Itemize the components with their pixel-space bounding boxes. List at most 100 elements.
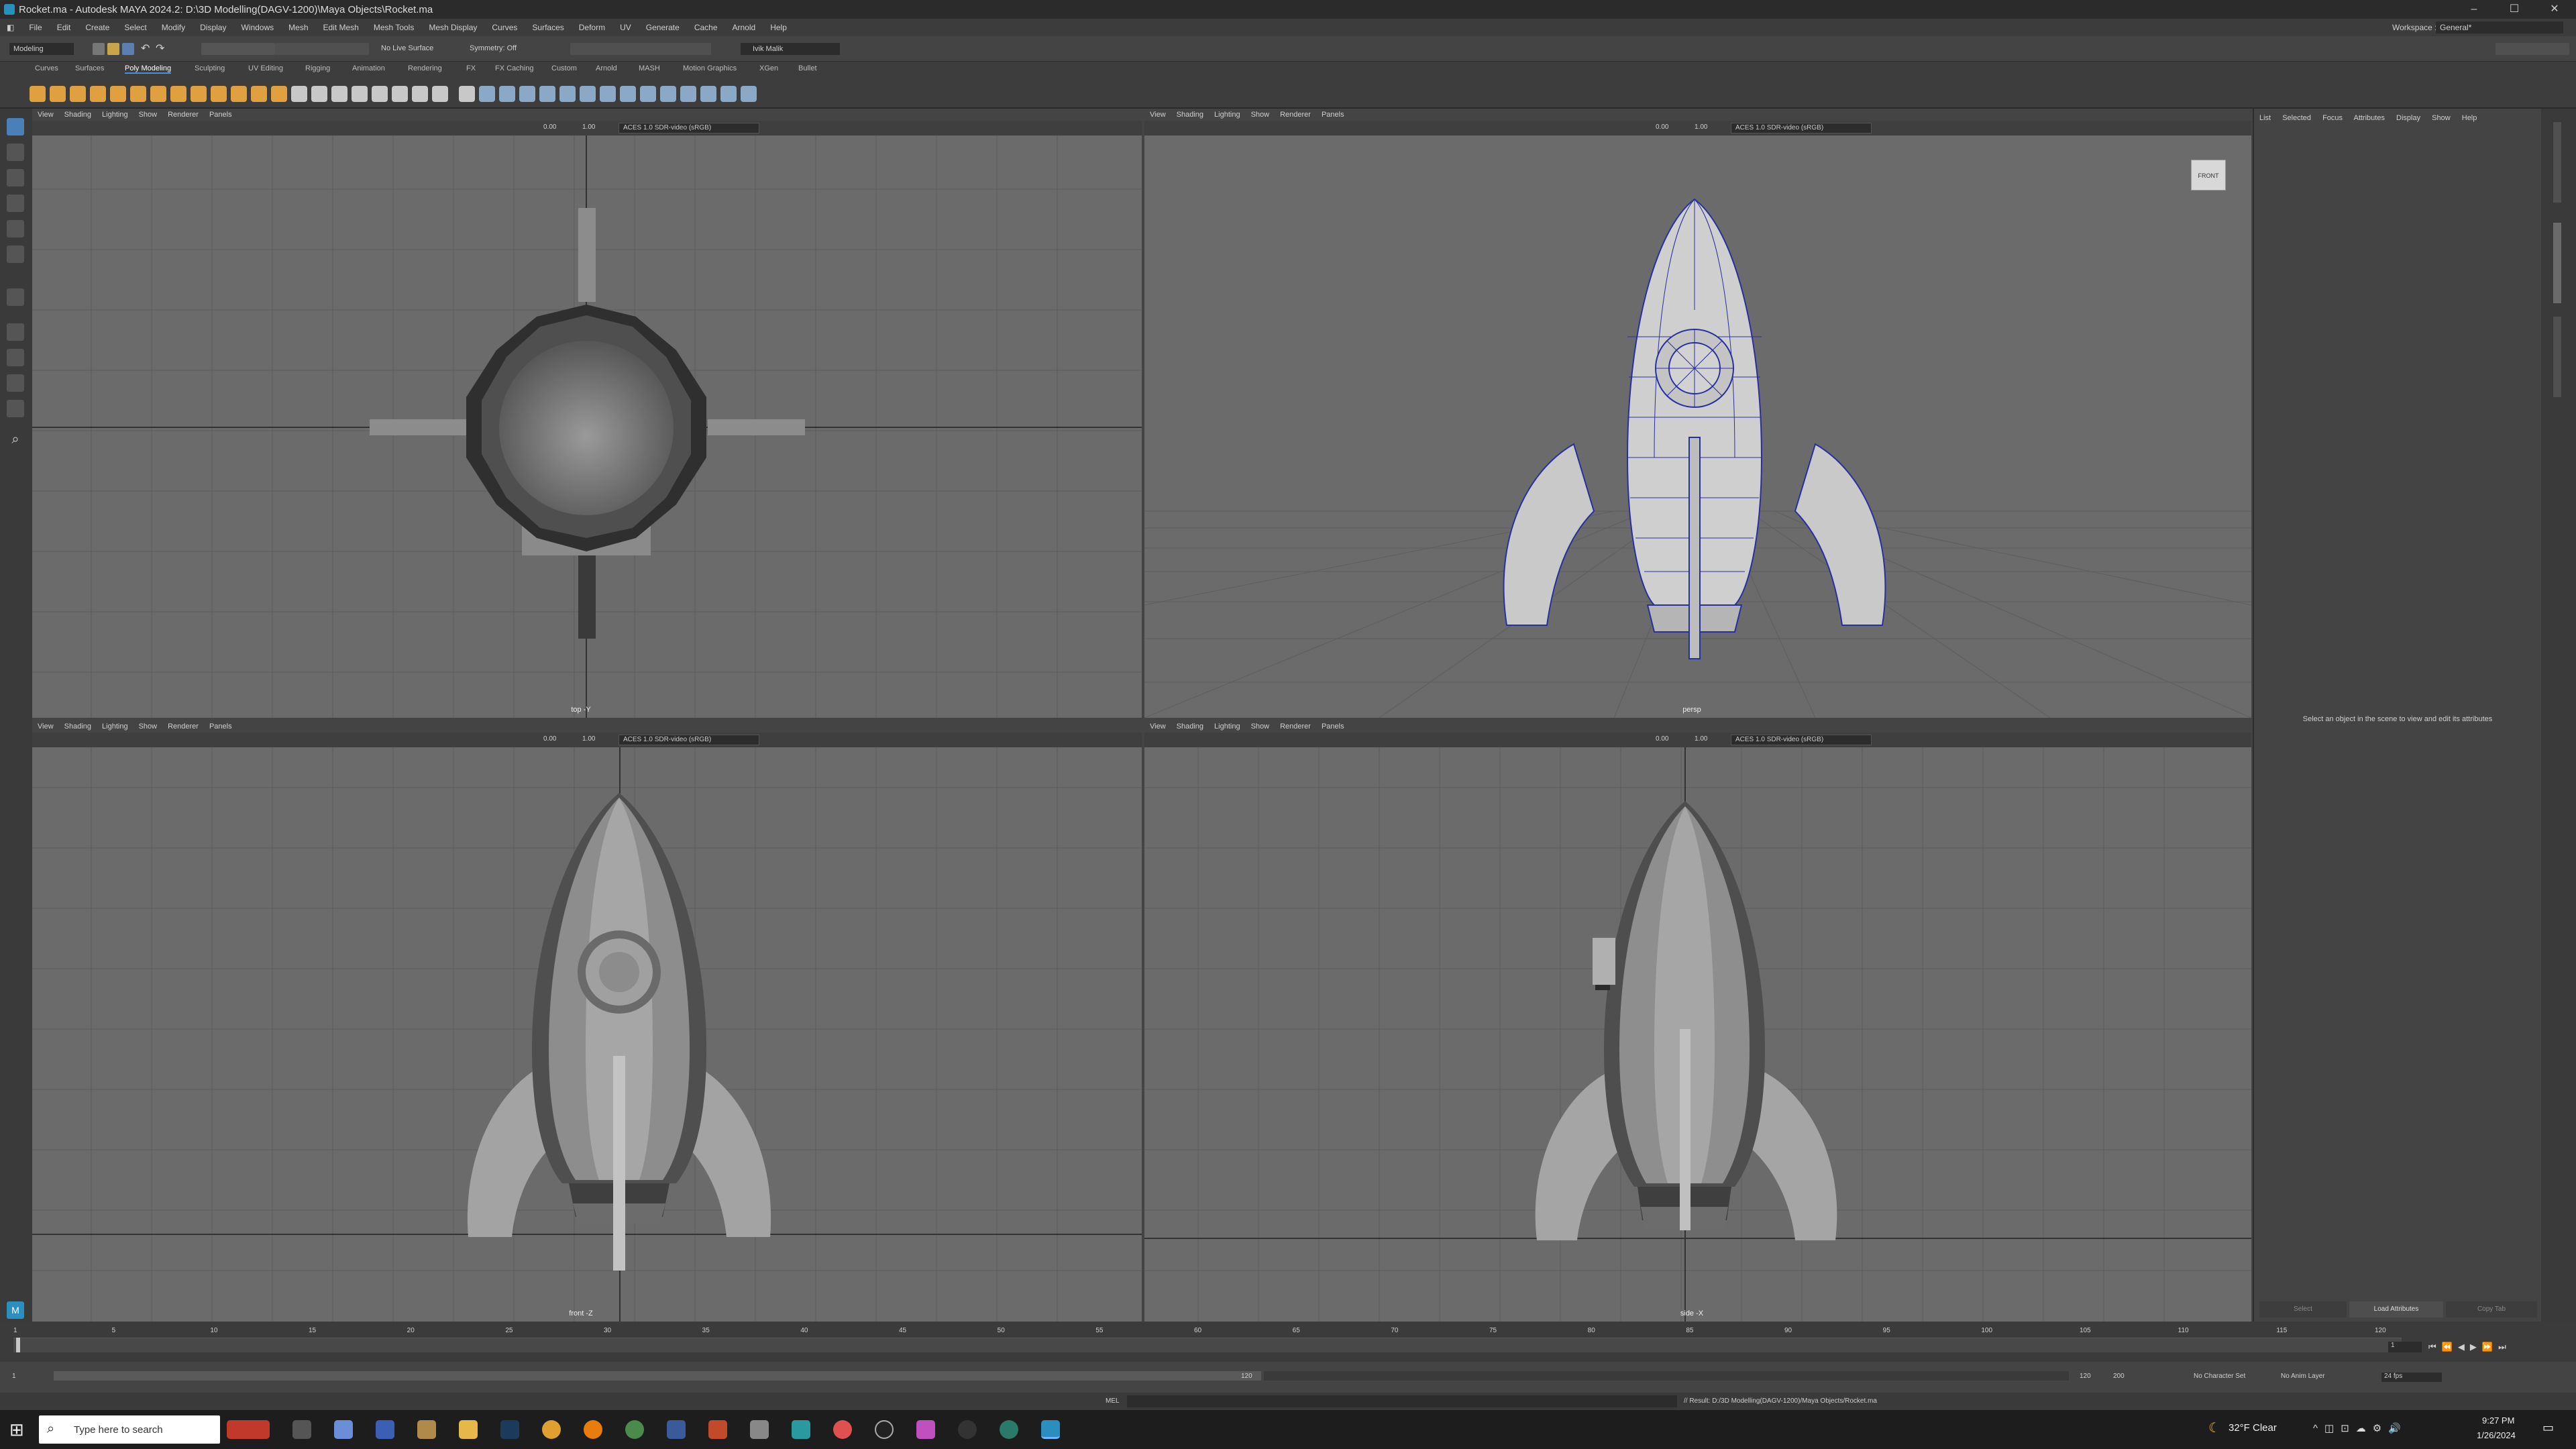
character-set-select[interactable]: No Character Set xyxy=(2194,1373,2245,1380)
shelf-tab-curves[interactable]: Curves xyxy=(35,64,58,72)
maya-home-icon[interactable]: M xyxy=(7,1301,24,1319)
playback-end-field[interactable]: 120 xyxy=(1241,1373,1252,1380)
sculpt-icon[interactable] xyxy=(720,86,737,102)
colorspace-select[interactable]: ACES 1.0 SDR-video (sRGB) xyxy=(1731,123,1872,133)
vp-menu-lighting[interactable]: Lighting xyxy=(102,111,128,119)
rocket-persp-view[interactable] xyxy=(1503,198,1886,659)
shelf-tab-uv-editing[interactable]: UV Editing xyxy=(248,64,283,72)
script-language-toggle[interactable]: MEL xyxy=(1106,1397,1120,1405)
move-tool-icon[interactable] xyxy=(7,195,24,212)
menu-select[interactable]: Select xyxy=(124,23,146,32)
shelf-tab-rigging[interactable]: Rigging xyxy=(305,64,330,72)
shelf-tab-arnold[interactable]: Arnold xyxy=(596,64,617,72)
notification-icon[interactable]: ▭ xyxy=(2542,1421,2554,1435)
taskbar-search[interactable]: ⌕ Type here to search xyxy=(39,1415,220,1444)
two-panes-layout-icon[interactable] xyxy=(7,374,24,392)
gift-icon[interactable] xyxy=(227,1420,270,1439)
load-attributes-button[interactable]: Load Attributes xyxy=(2349,1301,2443,1318)
select-mode-icons[interactable] xyxy=(201,43,275,55)
maya-menu-icon[interactable]: ◧ xyxy=(7,23,14,32)
cone-icon[interactable] xyxy=(90,86,106,102)
shelf-tab-motion-graphics[interactable]: Motion Graphics xyxy=(683,64,737,72)
live-surface-field[interactable]: No Live Surface xyxy=(381,44,433,52)
app-icon-1[interactable] xyxy=(334,1420,353,1439)
clock-time[interactable]: 9:27 PM xyxy=(2482,1415,2514,1426)
rocket-top-view[interactable] xyxy=(370,208,805,639)
app-icon-8[interactable] xyxy=(833,1420,852,1439)
pipe-icon[interactable] xyxy=(191,86,207,102)
command-input[interactable] xyxy=(1127,1395,1677,1407)
shelf-tab-rendering[interactable]: Rendering xyxy=(408,64,442,72)
rocket-side-view[interactable] xyxy=(1535,801,1837,1240)
shelf-tab-animation[interactable]: Animation xyxy=(352,64,385,72)
vp-menu-renderer[interactable]: Renderer xyxy=(168,111,199,119)
timeline-track[interactable] xyxy=(13,1338,2402,1352)
save-scene-icon[interactable] xyxy=(122,43,134,55)
fill-hole-icon[interactable] xyxy=(580,86,596,102)
app-icon-4[interactable] xyxy=(667,1420,686,1439)
helix-icon[interactable] xyxy=(211,86,227,102)
vp-menu-renderer[interactable]: Renderer xyxy=(1280,722,1311,731)
vp-menu-shading[interactable]: Shading xyxy=(64,111,91,119)
symmetry-field[interactable]: Symmetry: Off xyxy=(470,44,517,52)
sphere-icon[interactable] xyxy=(30,86,46,102)
app-icon-5[interactable] xyxy=(708,1420,727,1439)
shelf-tab-poly-modeling[interactable]: Poly Modeling xyxy=(125,64,172,74)
new-scene-icon[interactable] xyxy=(93,43,105,55)
weather-text[interactable]: 32°F Clear xyxy=(2229,1422,2277,1434)
colorspace-select[interactable]: ACES 1.0 SDR-video (sRGB) xyxy=(619,735,759,745)
fps-select[interactable]: 24 fps xyxy=(2381,1373,2442,1382)
menu-curves[interactable]: Curves xyxy=(492,23,517,32)
blender-icon[interactable] xyxy=(584,1420,602,1439)
attr-menu-list[interactable]: List xyxy=(2259,114,2271,122)
max-frame-field[interactable]: 200 xyxy=(2113,1373,2125,1380)
start-frame-field[interactable]: 1 xyxy=(12,1373,16,1380)
attr-menu-show[interactable]: Show xyxy=(2432,114,2451,122)
near-clip-field[interactable]: 0.00 xyxy=(543,735,556,743)
maya-taskbar-icon[interactable] xyxy=(1041,1420,1060,1439)
shelf-tab-mash[interactable]: MASH xyxy=(639,64,660,72)
svg-icon[interactable] xyxy=(291,86,307,102)
channel-box-tab[interactable] xyxy=(2553,122,2561,203)
shelf-tab-xgen[interactable]: XGen xyxy=(759,64,778,72)
render-icons[interactable] xyxy=(570,43,711,55)
uv-editor-icon[interactable] xyxy=(741,86,757,102)
menu-generate[interactable]: Generate xyxy=(646,23,680,32)
vp-menu-panels[interactable]: Panels xyxy=(209,722,232,731)
far-clip-field[interactable]: 1.00 xyxy=(1695,123,1707,131)
attribute-editor-tab[interactable] xyxy=(2553,223,2561,303)
near-clip-field[interactable]: 0.00 xyxy=(1656,735,1668,743)
vp-menu-view[interactable]: View xyxy=(38,111,54,119)
view-cube[interactable]: FRONT xyxy=(2191,160,2226,191)
menu-modify[interactable]: Modify xyxy=(162,23,185,32)
append-icon[interactable] xyxy=(519,86,535,102)
menu-edit-mesh[interactable]: Edit Mesh xyxy=(323,23,359,32)
far-clip-field[interactable]: 1.00 xyxy=(582,123,595,131)
vp-menu-panels[interactable]: Panels xyxy=(1322,722,1344,731)
attr-menu-selected[interactable]: Selected xyxy=(2282,114,2311,122)
vp-menu-lighting[interactable]: Lighting xyxy=(1214,722,1240,731)
app-icon-7[interactable] xyxy=(792,1420,810,1439)
gear-icon[interactable] xyxy=(231,86,247,102)
far-clip-field[interactable]: 1.00 xyxy=(1695,735,1707,743)
vp-menu-show[interactable]: Show xyxy=(139,722,158,731)
menu-surfaces[interactable]: Surfaces xyxy=(532,23,564,32)
menu-set-select[interactable]: Modeling xyxy=(9,43,74,55)
panel-toggle-icons[interactable] xyxy=(2496,43,2569,55)
bridge-icon[interactable] xyxy=(499,86,515,102)
combine-icon[interactable] xyxy=(372,86,388,102)
insert-loop-icon[interactable] xyxy=(680,86,696,102)
text-icon[interactable] xyxy=(311,86,327,102)
show-manipulator-icon[interactable] xyxy=(7,288,24,306)
modeling-toolkit-tab[interactable] xyxy=(2553,317,2561,397)
vp-menu-panels[interactable]: Panels xyxy=(1322,111,1344,119)
menu-display[interactable]: Display xyxy=(200,23,226,32)
colorspace-select[interactable]: ACES 1.0 SDR-video (sRGB) xyxy=(619,123,759,133)
vp-menu-lighting[interactable]: Lighting xyxy=(102,722,128,731)
outliner-layout-icon[interactable] xyxy=(7,400,24,417)
minimize-button[interactable]: – xyxy=(2455,0,2493,19)
system-tray-icons[interactable]: ^◫⊡☁⚙🔊 xyxy=(2313,1422,2408,1434)
vp-menu-panels[interactable]: Panels xyxy=(209,111,232,119)
type-icon[interactable] xyxy=(331,86,347,102)
copy-tab-button[interactable]: Copy Tab xyxy=(2446,1301,2537,1318)
